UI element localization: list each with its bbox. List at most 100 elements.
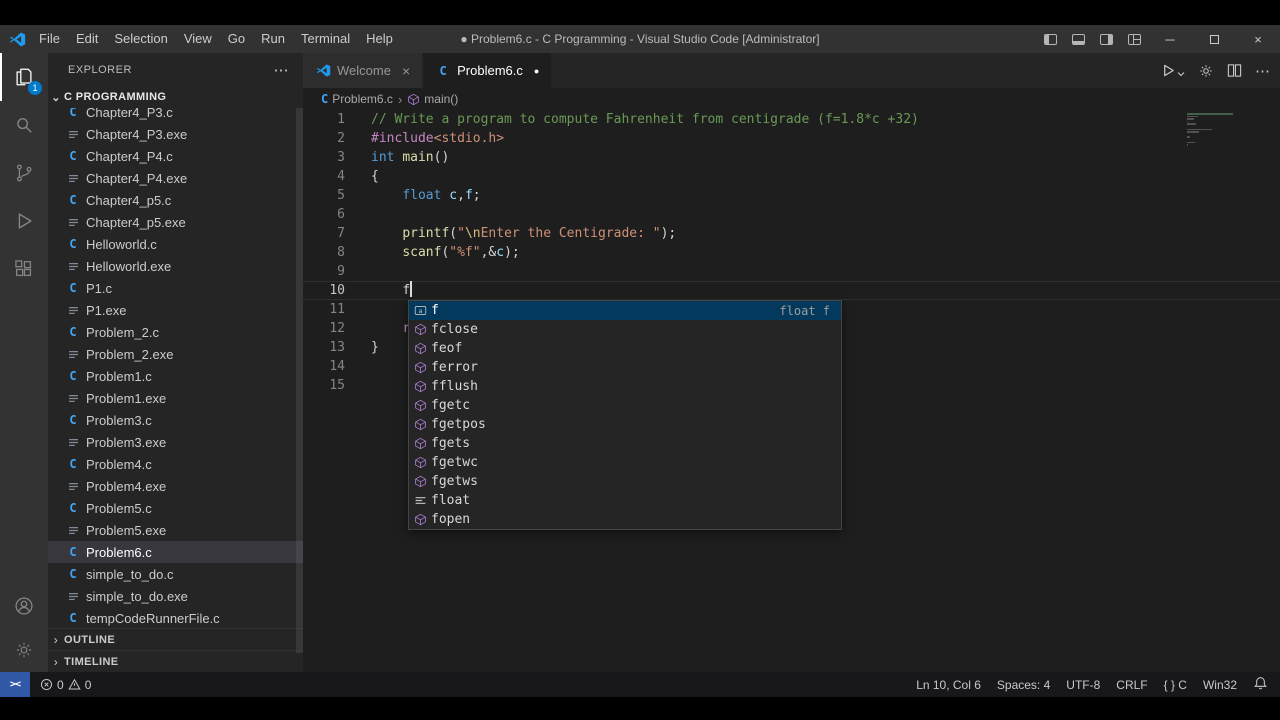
menu-terminal[interactable]: Terminal — [293, 25, 358, 53]
status-ln-10-col-6[interactable]: Ln 10, Col 6 — [916, 678, 981, 692]
file-item-problem-2-exe[interactable]: Problem_2.exe — [48, 343, 303, 365]
more-actions-icon[interactable]: ⋯ — [274, 61, 290, 79]
remote-indicator[interactable]: >< — [0, 672, 30, 697]
run-debug-icon[interactable] — [0, 197, 48, 245]
file-item-chapter4-p4-exe[interactable]: Chapter4_P4.exe — [48, 167, 303, 189]
tab-problem6-c[interactable]: C Problem6.c ● — [423, 53, 552, 88]
dirty-dot-icon[interactable]: ● — [534, 66, 539, 76]
line-number: 11 — [329, 302, 345, 317]
folder-c-programming[interactable]: ⌄ C PROGRAMMING — [48, 86, 303, 108]
close-icon[interactable]: × — [402, 63, 410, 79]
code-line-10[interactable]: 10 f — [303, 281, 1280, 300]
section-timeline[interactable]: › TIMELINE — [48, 650, 303, 672]
status-utf-8[interactable]: UTF-8 — [1066, 678, 1100, 692]
minimap[interactable] — [1187, 113, 1235, 152]
breadcrumb-item-main[interactable]: main() — [407, 92, 458, 106]
file-item-chapter4-p3-c[interactable]: C Chapter4_P3.c — [48, 108, 303, 123]
settings-gear-icon[interactable] — [0, 628, 48, 672]
search-icon[interactable] — [0, 101, 48, 149]
more-actions-icon[interactable]: ⋯ — [1255, 62, 1270, 80]
maximize-button[interactable] — [1192, 25, 1236, 53]
status-c[interactable]: { } C — [1164, 678, 1187, 692]
file-item-problem3-exe[interactable]: Problem3.exe — [48, 431, 303, 453]
file-item-problem4-c[interactable]: C Problem4.c — [48, 453, 303, 475]
file-item-helloworld-c[interactable]: C Helloworld.c — [48, 233, 303, 255]
suggest-item-float[interactable]: float — [409, 491, 841, 510]
file-item-problem5-c[interactable]: C Problem5.c — [48, 497, 303, 519]
code-line-5[interactable]: 5 float c,f; — [303, 186, 1280, 205]
toggle-secondary-sidebar-icon[interactable] — [1092, 25, 1120, 53]
suggest-item-fgetc[interactable]: fgetc — [409, 396, 841, 415]
source-control-icon[interactable] — [0, 149, 48, 197]
menu-help[interactable]: Help — [358, 25, 401, 53]
suggest-item-fgetwc[interactable]: fgetwc — [409, 453, 841, 472]
code-line-1[interactable]: 1// Write a program to compute Fahrenhei… — [303, 110, 1280, 129]
chevron-right-icon: › — [53, 654, 59, 669]
suggest-item-fflush[interactable]: fflush — [409, 377, 841, 396]
explorer-icon[interactable]: 1 — [0, 53, 48, 101]
status-spaces-4[interactable]: Spaces: 4 — [997, 678, 1050, 692]
menu-view[interactable]: View — [176, 25, 220, 53]
file-item-chapter4-p4-c[interactable]: C Chapter4_P4.c — [48, 145, 303, 167]
file-item-p1-exe[interactable]: P1.exe — [48, 299, 303, 321]
suggest-item-fgetpos[interactable]: fgetpos — [409, 415, 841, 434]
window-title: ● Problem6.c - C Programming - Visual St… — [460, 32, 820, 46]
file-item-helloworld-exe[interactable]: Helloworld.exe — [48, 255, 303, 277]
extensions-icon[interactable] — [0, 245, 48, 293]
code-line-3[interactable]: 3 int main() — [303, 148, 1280, 167]
suggest-item-fopen[interactable]: fopen — [409, 510, 841, 529]
suggest-item-ferror[interactable]: ferror — [409, 358, 841, 377]
customize-layout-icon[interactable] — [1120, 25, 1148, 53]
status-crlf[interactable]: CRLF — [1116, 678, 1147, 692]
code-line-4[interactable]: 4{ — [303, 167, 1280, 186]
file-item-problem5-exe[interactable]: Problem5.exe — [48, 519, 303, 541]
suggest-item-fgets[interactable]: fgets — [409, 434, 841, 453]
file-item-p1-c[interactable]: C P1.c — [48, 277, 303, 299]
toggle-panel-icon[interactable] — [1064, 25, 1092, 53]
menu-edit[interactable]: Edit — [68, 25, 106, 53]
menu-go[interactable]: Go — [220, 25, 253, 53]
suggest-item-fclose[interactable]: fclose — [409, 320, 841, 339]
code-line-7[interactable]: 7 printf("\nEnter the Centigrade: "); — [303, 224, 1280, 243]
tab-welcome[interactable]: Welcome × — [303, 53, 424, 88]
file-item-chapter4-p5-exe[interactable]: Chapter4_p5.exe — [48, 211, 303, 233]
code-line-9[interactable]: 9 — [303, 262, 1280, 281]
status-right-items: Ln 10, Col 6 Spaces: 4 UTF-8 CRLF { } C Win32 — [916, 678, 1237, 692]
toggle-sidebar-icon[interactable] — [1036, 25, 1064, 53]
suggest-item-fgetws[interactable]: fgetws — [409, 472, 841, 491]
close-button[interactable]: × — [1236, 25, 1280, 53]
problems-status[interactable]: 0 0 — [40, 678, 91, 692]
suggest-item-feof[interactable]: feof — [409, 339, 841, 358]
section-outline[interactable]: › OUTLINE — [48, 628, 303, 650]
code-area[interactable]: 1// Write a program to compute Fahrenhei… — [303, 110, 1280, 672]
breadcrumb-item-problem6-c[interactable]: C Problem6.c — [321, 92, 393, 106]
file-item-problem-2-c[interactable]: C Problem_2.c — [48, 321, 303, 343]
menu-selection[interactable]: Selection — [106, 25, 175, 53]
file-item-problem1-exe[interactable]: Problem1.exe — [48, 387, 303, 409]
file-item-problem3-c[interactable]: C Problem3.c — [48, 409, 303, 431]
split-editor-icon[interactable] — [1227, 63, 1242, 78]
suggest-item-f[interactable]: a f float f — [409, 301, 841, 320]
status-win32[interactable]: Win32 — [1203, 678, 1237, 692]
menu-run[interactable]: Run — [253, 25, 293, 53]
settings-gear-icon[interactable] — [1198, 63, 1214, 79]
code-line-8[interactable]: 8 scanf("%f",&c); — [303, 243, 1280, 262]
file-item-simple-to-do-c[interactable]: Csimple_to_do.c — [48, 563, 303, 585]
file-item-simple-to-do-exe[interactable]: simple_to_do.exe — [48, 585, 303, 607]
account-icon[interactable] — [0, 584, 48, 628]
menu-file[interactable]: File — [31, 25, 68, 53]
file-item-chapter4-p5-c[interactable]: C Chapter4_p5.c — [48, 189, 303, 211]
file-item-problem6-c[interactable]: C Problem6.c — [48, 541, 303, 563]
bell-icon[interactable] — [1253, 676, 1268, 694]
sidebar-scrollbar[interactable] — [296, 108, 303, 653]
file-name: Chapter4_P4.exe — [86, 170, 188, 186]
run-button[interactable] — [1161, 63, 1185, 78]
file-item-problem1-c[interactable]: C Problem1.c — [48, 365, 303, 387]
warning-count: 0 — [84, 677, 92, 692]
file-item-problem4-exe[interactable]: Problem4.exe — [48, 475, 303, 497]
file-item-tempcoderunnerfile-c[interactable]: CtempCodeRunnerFile.c — [48, 607, 303, 628]
file-item-chapter4-p3-exe[interactable]: Chapter4_P3.exe — [48, 123, 303, 145]
code-line-6[interactable]: 6 — [303, 205, 1280, 224]
code-line-2[interactable]: 2 #include<stdio.h> — [303, 129, 1280, 148]
minimize-button[interactable]: ─ — [1148, 25, 1192, 53]
